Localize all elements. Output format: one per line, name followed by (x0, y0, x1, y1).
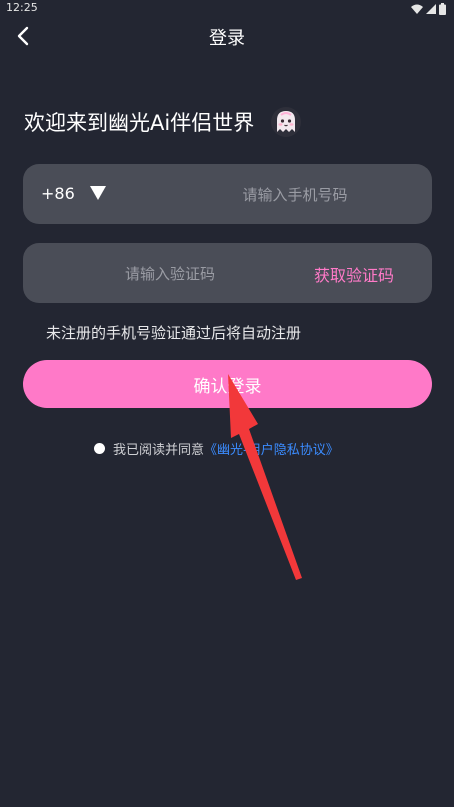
welcome-heading: 欢迎来到幽光Ai伴侣世界 (24, 106, 302, 138)
agreement-text: 我已阅读并同意 (113, 443, 205, 458)
red-arrow-annotation (228, 374, 302, 580)
welcome-text: 欢迎来到幽光Ai伴侣世界 (24, 111, 255, 135)
get-code-button[interactable]: 获取验证码 (314, 262, 394, 286)
phone-field: +86 (23, 164, 432, 224)
signal-icon (426, 4, 436, 14)
status-icons (411, 3, 446, 15)
triangle-down-icon[interactable] (90, 186, 106, 200)
auto-register-notice: 未注册的手机号验证通过后将自动注册 (46, 324, 302, 342)
agreement-radio[interactable] (94, 443, 105, 454)
status-time: 12:25 (6, 1, 38, 14)
wifi-icon (411, 4, 423, 14)
country-code[interactable]: +86 (41, 184, 75, 203)
nav-bar: 登录 (0, 18, 454, 54)
status-bar: 12:25 (0, 0, 454, 18)
phone-input[interactable] (173, 182, 417, 208)
code-input[interactable] (83, 261, 257, 287)
code-field: 获取验证码 (23, 243, 432, 303)
ghost-mascot-icon (271, 107, 302, 137)
battery-icon (439, 3, 446, 15)
page-title: 登录 (209, 28, 245, 49)
